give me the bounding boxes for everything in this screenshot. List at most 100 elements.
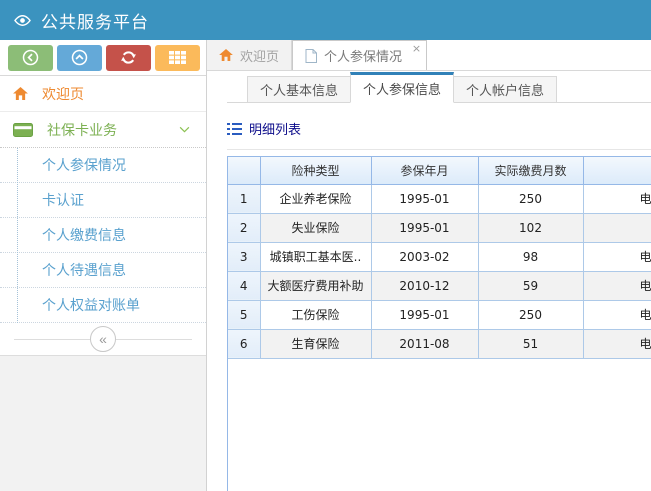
table-row[interactable]: 1 企业养老保险 1995-01 250 电 [228, 184, 651, 213]
sidebar-item-personal-insurance-status[interactable]: 个人参保情况 [0, 148, 206, 183]
menu-grid-button[interactable] [155, 45, 200, 71]
app-title: 公共服务平台 [41, 8, 149, 33]
close-icon[interactable]: × [412, 42, 421, 55]
sidebar-group-label: 社保卡业务 [47, 120, 117, 140]
tab-personal-insurance-status[interactable]: 个人参保情况 × [292, 40, 427, 70]
tab-personal-insurance-info[interactable]: 个人参保信息 [350, 72, 454, 103]
cell-insurance-type: 大额医疗费用补助 [260, 271, 371, 300]
sidebar-item-personal-rights-statement[interactable]: 个人权益对账单 [0, 288, 206, 323]
cell-enroll-month: 1995-01 [371, 300, 478, 329]
table-row[interactable]: 6 生育保险 2011-08 51 电 [228, 329, 651, 358]
table-row[interactable]: 2 失业保险 1995-01 102 [228, 213, 651, 242]
main-area: 欢迎页 个人参保情况 × 个人基本信息 [207, 40, 651, 491]
sidebar-footer [0, 355, 206, 491]
cell-rownumber: 6 [228, 329, 260, 358]
collapse-up-button[interactable] [57, 45, 102, 71]
col-enroll-month[interactable]: 参保年月 [371, 157, 478, 184]
subtab-label: 个人参保信息 [363, 79, 441, 98]
refresh-icon [121, 50, 136, 65]
cell-extra [583, 213, 651, 242]
tab-panel: 个人基本信息 个人参保信息 个人帐户信息 [207, 71, 651, 491]
cell-enroll-month: 2003-02 [371, 242, 478, 271]
tab-label: 个人参保情况 [324, 46, 402, 65]
main-tab-bar: 欢迎页 个人参保情况 × [207, 40, 651, 71]
sub-tab-bar: 个人基本信息 个人参保信息 个人帐户信息 [227, 72, 651, 103]
sidebar-subitem-label: 个人权益对账单 [42, 295, 140, 315]
cell-enroll-month: 2011-08 [371, 329, 478, 358]
refresh-button[interactable] [106, 45, 151, 71]
cell-rownumber: 5 [228, 300, 260, 329]
sidebar-item-social-card-group[interactable]: 社保卡业务 [0, 112, 206, 148]
home-icon [219, 49, 233, 61]
cell-rownumber: 3 [228, 242, 260, 271]
tab-label: 欢迎页 [240, 46, 279, 65]
chevron-down-icon [179, 126, 190, 133]
cell-paid-months: 250 [478, 184, 583, 213]
cell-rownumber: 2 [228, 213, 260, 242]
sidebar-subitem-label: 个人参保情况 [42, 155, 126, 175]
col-rownumber [228, 157, 260, 184]
collapse-panel-button[interactable]: « [90, 326, 116, 352]
table-row[interactable]: 4 大额医疗费用补助 2010-12 59 电 [228, 271, 651, 300]
list-icon [227, 123, 242, 135]
cell-insurance-type: 失业保险 [260, 213, 371, 242]
sidebar-subitem-label: 卡认证 [42, 190, 84, 210]
subtab-label: 个人帐户信息 [466, 80, 544, 99]
cell-enroll-month: 1995-01 [371, 184, 478, 213]
sidebar-item-card-authentication[interactable]: 卡认证 [0, 183, 206, 218]
sidebar-item-welcome[interactable]: 欢迎页 [0, 76, 206, 112]
datagrid: 险种类型 参保年月 实际缴费月数 1 企业养老保险 1995-01 [227, 156, 651, 491]
subtab-label: 个人基本信息 [260, 80, 338, 99]
cell-paid-months: 51 [478, 329, 583, 358]
cell-extra: 电 [583, 184, 651, 213]
eye-icon [13, 14, 32, 27]
sidebar-item-label: 欢迎页 [42, 84, 84, 104]
home-icon [13, 87, 28, 100]
cell-paid-months: 102 [478, 213, 583, 242]
cell-extra: 电 [583, 271, 651, 300]
table-row[interactable]: 5 工伤保险 1995-01 250 电 [228, 300, 651, 329]
tab-welcome[interactable]: 欢迎页 [207, 40, 292, 70]
col-extra [583, 157, 651, 184]
sidebar-item-personal-benefit-info[interactable]: 个人待遇信息 [0, 253, 206, 288]
cell-extra: 电 [583, 329, 651, 358]
cell-extra: 电 [583, 300, 651, 329]
detail-table: 险种类型 参保年月 实际缴费月数 1 企业养老保险 1995-01 [228, 157, 651, 359]
table-row[interactable]: 3 城镇职工基本医.. 2003-02 98 电 [228, 242, 651, 271]
sidebar-submenu: 个人参保情况 卡认证 个人缴费信息 个人待遇信息 个人权益对账单 [0, 148, 206, 323]
cell-paid-months: 98 [478, 242, 583, 271]
sidebar: 欢迎页 社保卡业务 个人参保情况 卡认证 [0, 40, 207, 491]
cell-insurance-type: 城镇职工基本医.. [260, 242, 371, 271]
screen: 公共服务平台 [0, 0, 651, 491]
sidebar-subitem-label: 个人缴费信息 [42, 225, 126, 245]
cell-enroll-month: 1995-01 [371, 213, 478, 242]
cell-insurance-type: 生育保险 [260, 329, 371, 358]
cell-rownumber: 4 [228, 271, 260, 300]
section-title-row: 明细列表 [227, 119, 651, 150]
circle-chevron-up-icon [71, 49, 88, 66]
grid-icon [169, 51, 186, 64]
card-icon [13, 123, 33, 137]
circle-chevron-left-icon [22, 49, 39, 66]
cell-insurance-type: 工伤保险 [260, 300, 371, 329]
tab-personal-basic-info[interactable]: 个人基本信息 [247, 76, 351, 103]
col-insurance-type[interactable]: 险种类型 [260, 157, 371, 184]
table-header-row: 险种类型 参保年月 实际缴费月数 [228, 157, 651, 184]
col-paid-months[interactable]: 实际缴费月数 [478, 157, 583, 184]
cell-paid-months: 59 [478, 271, 583, 300]
collapse-sidebar-button[interactable] [8, 45, 53, 71]
cell-rownumber: 1 [228, 184, 260, 213]
sidebar-item-personal-payment-info[interactable]: 个人缴费信息 [0, 218, 206, 253]
cell-enroll-month: 2010-12 [371, 271, 478, 300]
document-icon [305, 49, 317, 63]
sidebar-subitem-label: 个人待遇信息 [42, 260, 126, 280]
section-title: 明细列表 [249, 119, 301, 138]
cell-insurance-type: 企业养老保险 [260, 184, 371, 213]
tab-personal-account-info[interactable]: 个人帐户信息 [453, 76, 557, 103]
double-chevron-left-icon: « [99, 332, 107, 346]
sidebar-collapse-row: « [0, 323, 206, 355]
cell-paid-months: 250 [478, 300, 583, 329]
divider [116, 339, 192, 340]
app-header: 公共服务平台 [0, 0, 651, 40]
divider [14, 339, 90, 340]
